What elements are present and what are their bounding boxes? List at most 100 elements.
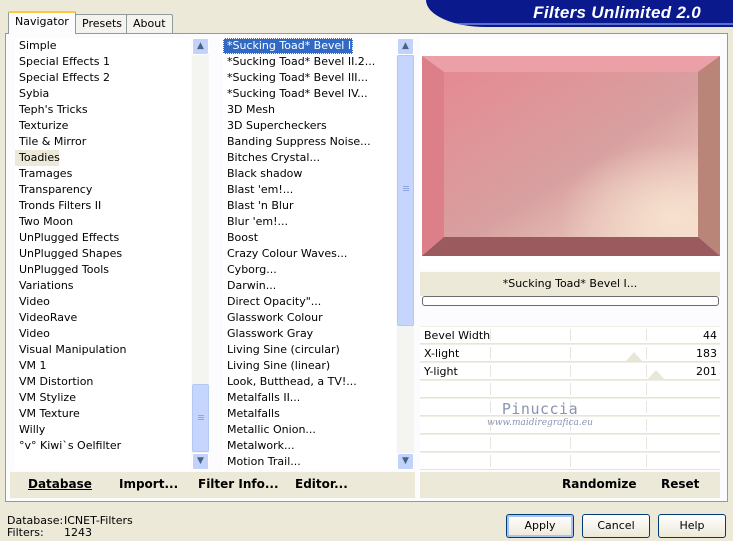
list-item[interactable]: Tronds Filters II xyxy=(15,198,191,214)
list-item[interactable]: Sybia xyxy=(15,86,191,102)
list-item[interactable]: Visual Manipulation xyxy=(15,342,191,358)
app-title: Filters Unlimited 2.0 xyxy=(533,3,701,22)
list-item[interactable]: Special Effects 1 xyxy=(15,54,191,70)
list-item[interactable]: Tile & Mirror xyxy=(15,134,191,150)
help-button[interactable]: Help xyxy=(658,514,726,538)
list-item[interactable]: Darwin... xyxy=(223,278,396,294)
reset-button[interactable]: Reset xyxy=(661,477,699,491)
list-item[interactable]: VM Texture xyxy=(15,406,191,422)
scroll-up-icon[interactable]: ▲ xyxy=(397,38,414,55)
list-item[interactable]: Tramages xyxy=(15,166,191,182)
list-item[interactable]: Metalfalls II... xyxy=(223,390,396,406)
list-item[interactable]: °v° Kiwi`s Oelfilter xyxy=(15,438,191,454)
param-row-x-light[interactable]: X-light 183 xyxy=(420,344,720,362)
param-value: 201 xyxy=(696,365,717,378)
category-scrollbar[interactable]: ▲ ▼ xyxy=(192,38,209,470)
list-item[interactable]: *Sucking Toad* Bevel II.2... xyxy=(223,54,396,70)
list-item[interactable]: Two Moon xyxy=(15,214,191,230)
preview-image xyxy=(422,56,720,256)
watermark-name: Pinuccia xyxy=(501,400,579,418)
list-item[interactable]: 3D Mesh xyxy=(223,102,396,118)
list-item[interactable]: *Sucking Toad* Bevel III... xyxy=(223,70,396,86)
progress-bar xyxy=(422,296,719,306)
tab-presets[interactable]: Presets xyxy=(75,14,130,33)
param-row-y-light[interactable]: Y-light 201 xyxy=(420,362,720,380)
list-item[interactable]: Video xyxy=(15,294,191,310)
list-item[interactable]: UnPlugged Effects xyxy=(15,230,191,246)
list-item[interactable]: Blur 'em!... xyxy=(223,214,396,230)
param-row-bevel-width[interactable]: Bevel Width 44 xyxy=(420,326,720,344)
category-list[interactable]: Simple Special Effects 1 Special Effects 2… xyxy=(15,38,191,470)
list-item[interactable]: Toadies xyxy=(15,150,60,166)
list-item[interactable]: UnPlugged Tools xyxy=(15,262,191,278)
editor-button[interactable]: Editor... xyxy=(295,477,348,491)
list-item[interactable]: 3D Supercheckers xyxy=(223,118,396,134)
database-button[interactable]: Database xyxy=(28,477,92,491)
list-item[interactable]: Glasswork Colour xyxy=(223,310,396,326)
list-item[interactable]: VM Stylize xyxy=(15,390,191,406)
tab-navigator[interactable]: Navigator xyxy=(8,11,76,34)
database-info: Database:ICNET-Filters Filters: 1243 xyxy=(7,515,133,539)
param-row-empty xyxy=(420,434,720,452)
param-row-empty xyxy=(420,452,720,470)
param-value: 44 xyxy=(703,329,717,342)
slider-indicator[interactable] xyxy=(626,352,642,361)
scroll-up-icon[interactable]: ▲ xyxy=(192,38,209,55)
tab-about[interactable]: About xyxy=(126,14,173,33)
list-toolbar: Database Import... Filter Info... Editor… xyxy=(10,472,415,498)
apply-button[interactable]: Apply xyxy=(506,514,574,538)
scroll-down-icon[interactable]: ▼ xyxy=(397,453,414,470)
preview-panel xyxy=(420,38,720,270)
list-item[interactable]: Crazy Colour Waves... xyxy=(223,246,396,262)
list-item[interactable]: Boost xyxy=(223,230,396,246)
list-item[interactable]: Simple xyxy=(15,38,191,54)
list-item[interactable]: VM 1 xyxy=(15,358,191,374)
list-item[interactable]: Texturize xyxy=(15,118,191,134)
list-item[interactable]: UnPlugged Shapes xyxy=(15,246,191,262)
filter-info-button[interactable]: Filter Info... xyxy=(198,477,279,491)
import-button[interactable]: Import... xyxy=(119,477,178,491)
watermark: Pinuccia www.maidiregrafica.eu xyxy=(478,400,602,428)
list-item[interactable]: Glasswork Gray xyxy=(223,326,396,342)
list-item[interactable]: Metalfalls xyxy=(223,406,396,422)
randomize-button[interactable]: Randomize xyxy=(562,477,636,491)
filters-label: Filters: xyxy=(7,526,44,539)
selected-filter-title: *Sucking Toad* Bevel I... xyxy=(420,272,720,296)
list-item[interactable]: Bitches Crystal... xyxy=(223,150,396,166)
param-value: 183 xyxy=(696,347,717,360)
list-item[interactable]: Cyborg... xyxy=(223,262,396,278)
list-item[interactable]: Transparency xyxy=(15,182,191,198)
list-item[interactable]: Willy xyxy=(15,422,191,438)
list-item[interactable]: Blast 'em!... xyxy=(223,182,396,198)
list-item[interactable]: Living Sine (circular) xyxy=(223,342,396,358)
list-item[interactable]: *Sucking Toad* Bevel IV... xyxy=(223,86,396,102)
list-item[interactable]: Blast 'n Blur xyxy=(223,198,396,214)
param-label: X-light xyxy=(424,347,460,360)
slider-indicator[interactable] xyxy=(648,370,664,379)
cancel-button[interactable]: Cancel xyxy=(582,514,650,538)
scroll-down-icon[interactable]: ▼ xyxy=(192,453,209,470)
scrollbar-thumb[interactable] xyxy=(397,55,414,326)
list-item[interactable]: Metallic Onion... xyxy=(223,422,396,438)
list-item[interactable]: Variations xyxy=(15,278,191,294)
list-item[interactable]: Look, Butthead, a TV!... xyxy=(223,374,396,390)
list-item[interactable]: Black shadow xyxy=(223,166,396,182)
scrollbar-thumb[interactable] xyxy=(192,384,209,452)
param-row-empty xyxy=(420,380,720,398)
filters-count: 1243 xyxy=(64,526,92,539)
title-banner: Filters Unlimited 2.0 xyxy=(426,0,733,27)
list-item[interactable]: Motion Trail... xyxy=(223,454,396,470)
watermark-url: www.maidiregrafica.eu xyxy=(487,418,593,428)
list-item[interactable]: Video xyxy=(15,326,191,342)
list-item[interactable]: VM Distortion xyxy=(15,374,191,390)
list-item[interactable]: Teph's Tricks xyxy=(15,102,191,118)
list-item[interactable]: Direct Opacity"... xyxy=(223,294,396,310)
list-item[interactable]: Banding Suppress Noise... xyxy=(223,134,396,150)
list-item[interactable]: Metalwork... xyxy=(223,438,396,454)
list-item[interactable]: VideoRave xyxy=(15,310,191,326)
list-item[interactable]: Special Effects 2 xyxy=(15,70,191,86)
list-item[interactable]: *Sucking Toad* Bevel I... xyxy=(223,38,362,54)
filter-scrollbar[interactable]: ▲ ▼ xyxy=(397,38,414,470)
filter-list[interactable]: *Sucking Toad* Bevel I... *Sucking Toad* … xyxy=(223,38,396,470)
list-item[interactable]: Living Sine (linear) xyxy=(223,358,396,374)
